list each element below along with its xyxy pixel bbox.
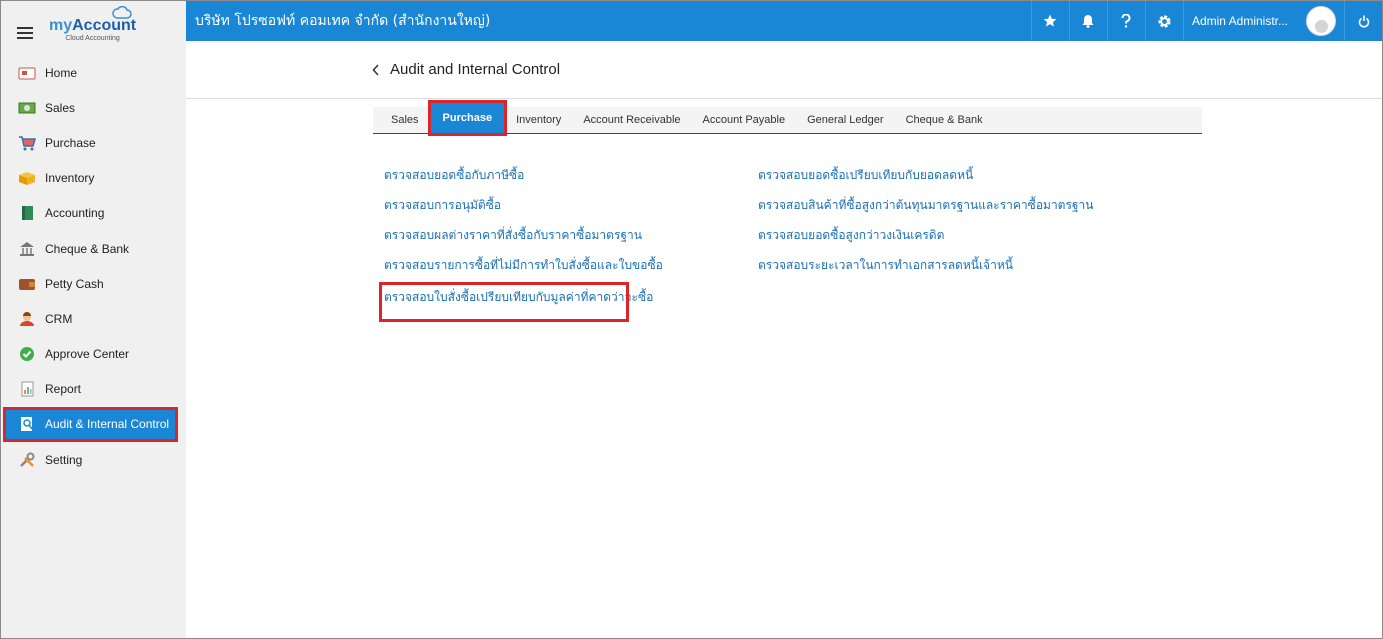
audit-link[interactable]: ตรวจสอบสินค้าที่ซื้อสูงกว่าต้นทุนมาตรฐาน…: [758, 195, 1118, 225]
check-circle-icon: [17, 346, 37, 362]
user-menu[interactable]: Admin Administr...: [1182, 1, 1344, 41]
tab-account-receivable[interactable]: Account Receivable: [572, 107, 691, 134]
audit-link[interactable]: ตรวจสอบระยะเวลาในการทำเอกสารลดหนี้เจ้าหน…: [758, 255, 1118, 285]
company-name[interactable]: บริษัท โปรซอฟท์ คอมเทค จำกัด (สำนักงานให…: [186, 10, 1031, 32]
tab-general-ledger[interactable]: General Ledger: [796, 107, 894, 134]
audit-link[interactable]: ตรวจสอบยอดซื้อเปรียบเทียบกับยอดลดหนี้: [758, 165, 1118, 195]
crm-icon: [17, 311, 37, 327]
audit-link[interactable]: ตรวจสอบรายการซื้อที่ไม่มีการทำใบสั่งซื้อ…: [384, 255, 744, 285]
tab-purchase[interactable]: Purchase: [427, 100, 508, 136]
sidebar-item-accounting[interactable]: Accounting: [1, 196, 186, 231]
brand: myAccount Cloud Accounting: [1, 1, 186, 59]
sidebar-item-label: Report: [45, 382, 82, 397]
sidebar-item-audit-internal-control[interactable]: Audit & Internal Control: [3, 406, 178, 443]
tab-sales[interactable]: Sales: [380, 107, 430, 134]
ledger-icon: [17, 205, 37, 221]
tools-icon: [17, 452, 37, 468]
audit-link[interactable]: ตรวจสอบยอดซื้อกับภาษีซื้อ: [384, 165, 744, 195]
sidebar-item-crm[interactable]: CRM: [1, 301, 186, 336]
cart-icon: [17, 135, 37, 151]
sidebar-item-label: Inventory: [45, 171, 95, 186]
tab-inventory[interactable]: Inventory: [505, 107, 572, 134]
sidebar-item-label: Accounting: [45, 206, 105, 221]
hamburger-menu-icon[interactable]: [17, 27, 33, 39]
sidebar-item-home[interactable]: Home: [1, 55, 186, 90]
sidebar-nav: Home Sales Purchase Inventory Accounting…: [1, 55, 186, 477]
sidebar-item-sales[interactable]: Sales: [1, 90, 186, 125]
sidebar-item-label: Setting: [45, 452, 83, 467]
sidebar-item-approve-center[interactable]: Approve Center: [1, 337, 186, 372]
back-chevron-icon[interactable]: [372, 63, 380, 76]
sidebar: myAccount Cloud Accounting Home Sales Pu…: [1, 1, 186, 638]
sidebar-item-label: Audit & Internal Control: [45, 417, 170, 432]
app-logo[interactable]: myAccount Cloud Accounting: [49, 6, 137, 42]
tab-cheque-bank[interactable]: Cheque & Bank: [895, 107, 994, 134]
tab-account-payable[interactable]: Account Payable: [692, 107, 797, 134]
links-column-right: ตรวจสอบยอดซื้อเปรียบเทียบกับยอดลดหนี้ ตร…: [758, 165, 1118, 285]
gear-icon[interactable]: [1144, 1, 1183, 41]
logo-suffix: Account: [72, 17, 137, 34]
logo-prefix: my: [49, 17, 73, 34]
top-bar: บริษัท โปรซอฟท์ คอมเทค จำกัด (สำนักงานให…: [186, 1, 1382, 41]
sidebar-item-label: Approve Center: [45, 347, 130, 362]
audit-icon: [17, 416, 37, 432]
sidebar-item-purchase[interactable]: Purchase: [1, 125, 186, 160]
avatar: [1306, 6, 1336, 36]
sidebar-item-setting[interactable]: Setting: [1, 442, 186, 477]
audit-link[interactable]: ตรวจสอบการอนุมัติซื้อ: [384, 195, 744, 225]
logo-tagline: Cloud Accounting: [65, 35, 120, 42]
audit-link[interactable]: ตรวจสอบผลต่างราคาที่สั่งซื้อกับราคาซื้อม…: [384, 225, 744, 255]
box-icon: [17, 170, 37, 186]
sidebar-item-label: Home: [45, 65, 78, 80]
sidebar-item-label: Petty Cash: [45, 276, 104, 291]
cloud-icon: [112, 6, 132, 19]
page-header: Audit and Internal Control: [186, 41, 1382, 99]
links-column-left: ตรวจสอบยอดซื้อกับภาษีซื้อ ตรวจสอบการอนุม…: [379, 165, 744, 322]
module-tabs: Sales Purchase Inventory Account Receiva…: [373, 100, 1202, 136]
sidebar-item-label: Cheque & Bank: [45, 241, 130, 256]
money-icon: [17, 100, 37, 116]
home-icon: [17, 65, 37, 81]
audit-link[interactable]: ตรวจสอบยอดซื้อสูงกว่าวงเงินเครดิต: [758, 225, 1118, 255]
sidebar-item-inventory[interactable]: Inventory: [1, 161, 186, 196]
audit-link-highlighted[interactable]: ตรวจสอบใบสั่งซื้อเปรียบเทียบกับมูลค่าที่…: [379, 282, 653, 322]
sidebar-item-report[interactable]: Report: [1, 372, 186, 407]
bell-icon[interactable]: [1068, 1, 1107, 41]
sidebar-item-petty-cash[interactable]: Petty Cash: [1, 266, 186, 301]
sidebar-item-label: Sales: [45, 100, 76, 115]
report-icon: [17, 381, 37, 397]
power-icon[interactable]: [1344, 1, 1382, 41]
sidebar-item-cheque-bank[interactable]: Cheque & Bank: [1, 231, 186, 266]
star-icon[interactable]: [1030, 1, 1069, 41]
wallet-icon: [17, 276, 37, 292]
help-icon[interactable]: [1106, 1, 1145, 41]
user-name: Admin Administr...: [1191, 14, 1288, 28]
sidebar-item-label: CRM: [45, 311, 73, 326]
bank-icon: [17, 241, 37, 257]
sidebar-item-label: Purchase: [45, 135, 96, 150]
page-title: Audit and Internal Control: [390, 61, 561, 78]
